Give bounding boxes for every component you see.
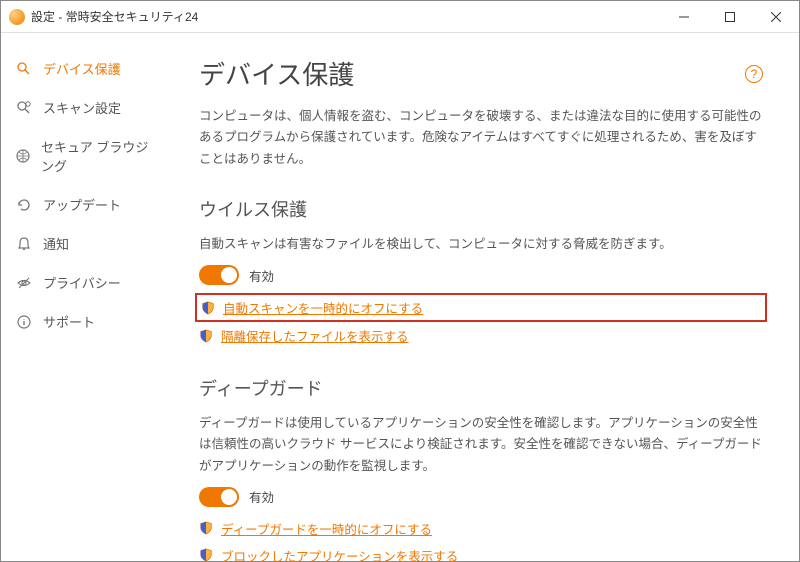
link-show-quarantine[interactable]: 隔離保存したファイルを表示する — [199, 326, 763, 345]
sidebar-item-label: 通知 — [43, 234, 69, 253]
link-text: 隔離保存したファイルを表示する — [221, 326, 409, 345]
link-disable-autoscan[interactable]: 自動スキャンを一時的にオフにする — [199, 297, 763, 318]
sidebar-item-secure-browsing[interactable]: セキュア ブラウジング — [1, 127, 171, 185]
window-controls — [661, 1, 799, 33]
section-deepguard: ディープガード ディープガードは使用しているアプリケーションの安全性を確認します… — [199, 375, 763, 562]
section-virus-protection: ウイルス保護 自動スキャンは有害なファイルを検出して、コンピュータに対する脅威を… — [199, 196, 763, 345]
minimize-button[interactable] — [661, 1, 707, 33]
shield-icon — [199, 329, 213, 343]
sidebar-item-support[interactable]: サポート — [1, 302, 171, 341]
link-text: 自動スキャンを一時的にオフにする — [223, 298, 423, 317]
app-icon — [9, 9, 25, 25]
page-title: デバイス保護 — [199, 55, 745, 92]
sidebar-item-label: スキャン設定 — [43, 98, 121, 117]
magnifier-shield-icon — [15, 61, 33, 77]
refresh-icon — [15, 197, 33, 213]
section-title: ウイルス保護 — [199, 196, 763, 222]
sidebar-item-label: デバイス保護 — [43, 59, 121, 78]
section-description: ディープガードは使用しているアプリケーションの安全性を確認します。アプリケーショ… — [199, 413, 763, 477]
bell-icon — [15, 236, 33, 252]
sidebar-item-scan-settings[interactable]: スキャン設定 — [1, 88, 171, 127]
section-description: 自動スキャンは有害なファイルを検出して、コンピュータに対する脅威を防ぎます。 — [199, 234, 763, 255]
deepguard-toggle[interactable] — [199, 487, 239, 507]
scan-icon — [15, 100, 33, 116]
sidebar-item-label: セキュア ブラウジング — [41, 137, 157, 175]
sidebar-item-privacy[interactable]: プライバシー — [1, 263, 171, 302]
globe-icon — [15, 148, 31, 164]
titlebar: 設定 - 常時安全セキュリティ24 — [1, 1, 799, 33]
sidebar-item-label: プライバシー — [43, 273, 121, 292]
sidebar-item-notifications[interactable]: 通知 — [1, 224, 171, 263]
sidebar-item-update[interactable]: アップデート — [1, 185, 171, 224]
window-title: 設定 - 常時安全セキュリティ24 — [31, 8, 661, 25]
toggle-row: 有効 — [199, 265, 763, 285]
help-icon[interactable]: ? — [745, 65, 763, 83]
content-area: デバイス保護 スキャン設定 セキュア ブラウジング アップデート 通知 — [1, 33, 799, 562]
toggle-row: 有効 — [199, 487, 763, 507]
shield-icon — [199, 548, 213, 562]
link-text: ディープガードを一時的にオフにする — [221, 519, 432, 538]
virus-protection-toggle[interactable] — [199, 265, 239, 285]
eye-off-icon — [15, 275, 33, 291]
section-title: ディープガード — [199, 375, 763, 401]
link-text: ブロックしたアプリケーションを表示する — [221, 546, 458, 562]
close-button[interactable] — [753, 1, 799, 33]
toggle-label: 有効 — [249, 266, 274, 285]
shield-icon — [199, 521, 213, 535]
toggle-label: 有効 — [249, 487, 274, 506]
shield-icon — [201, 301, 215, 315]
maximize-button[interactable] — [707, 1, 753, 33]
link-show-blocked-apps[interactable]: ブロックしたアプリケーションを表示する — [199, 546, 763, 562]
main-panel[interactable]: デバイス保護 ? コンピュータは、個人情報を盗む、コンピュータを破壊する、または… — [171, 33, 799, 562]
sidebar-item-device-protection[interactable]: デバイス保護 — [1, 49, 171, 88]
link-disable-deepguard[interactable]: ディープガードを一時的にオフにする — [199, 519, 763, 538]
page-description: コンピュータは、個人情報を盗む、コンピュータを破壊する、または違法な目的に使用す… — [199, 106, 763, 170]
info-icon — [15, 314, 33, 330]
sidebar: デバイス保護 スキャン設定 セキュア ブラウジング アップデート 通知 — [1, 33, 171, 562]
sidebar-item-label: サポート — [43, 312, 95, 331]
sidebar-item-label: アップデート — [43, 195, 121, 214]
